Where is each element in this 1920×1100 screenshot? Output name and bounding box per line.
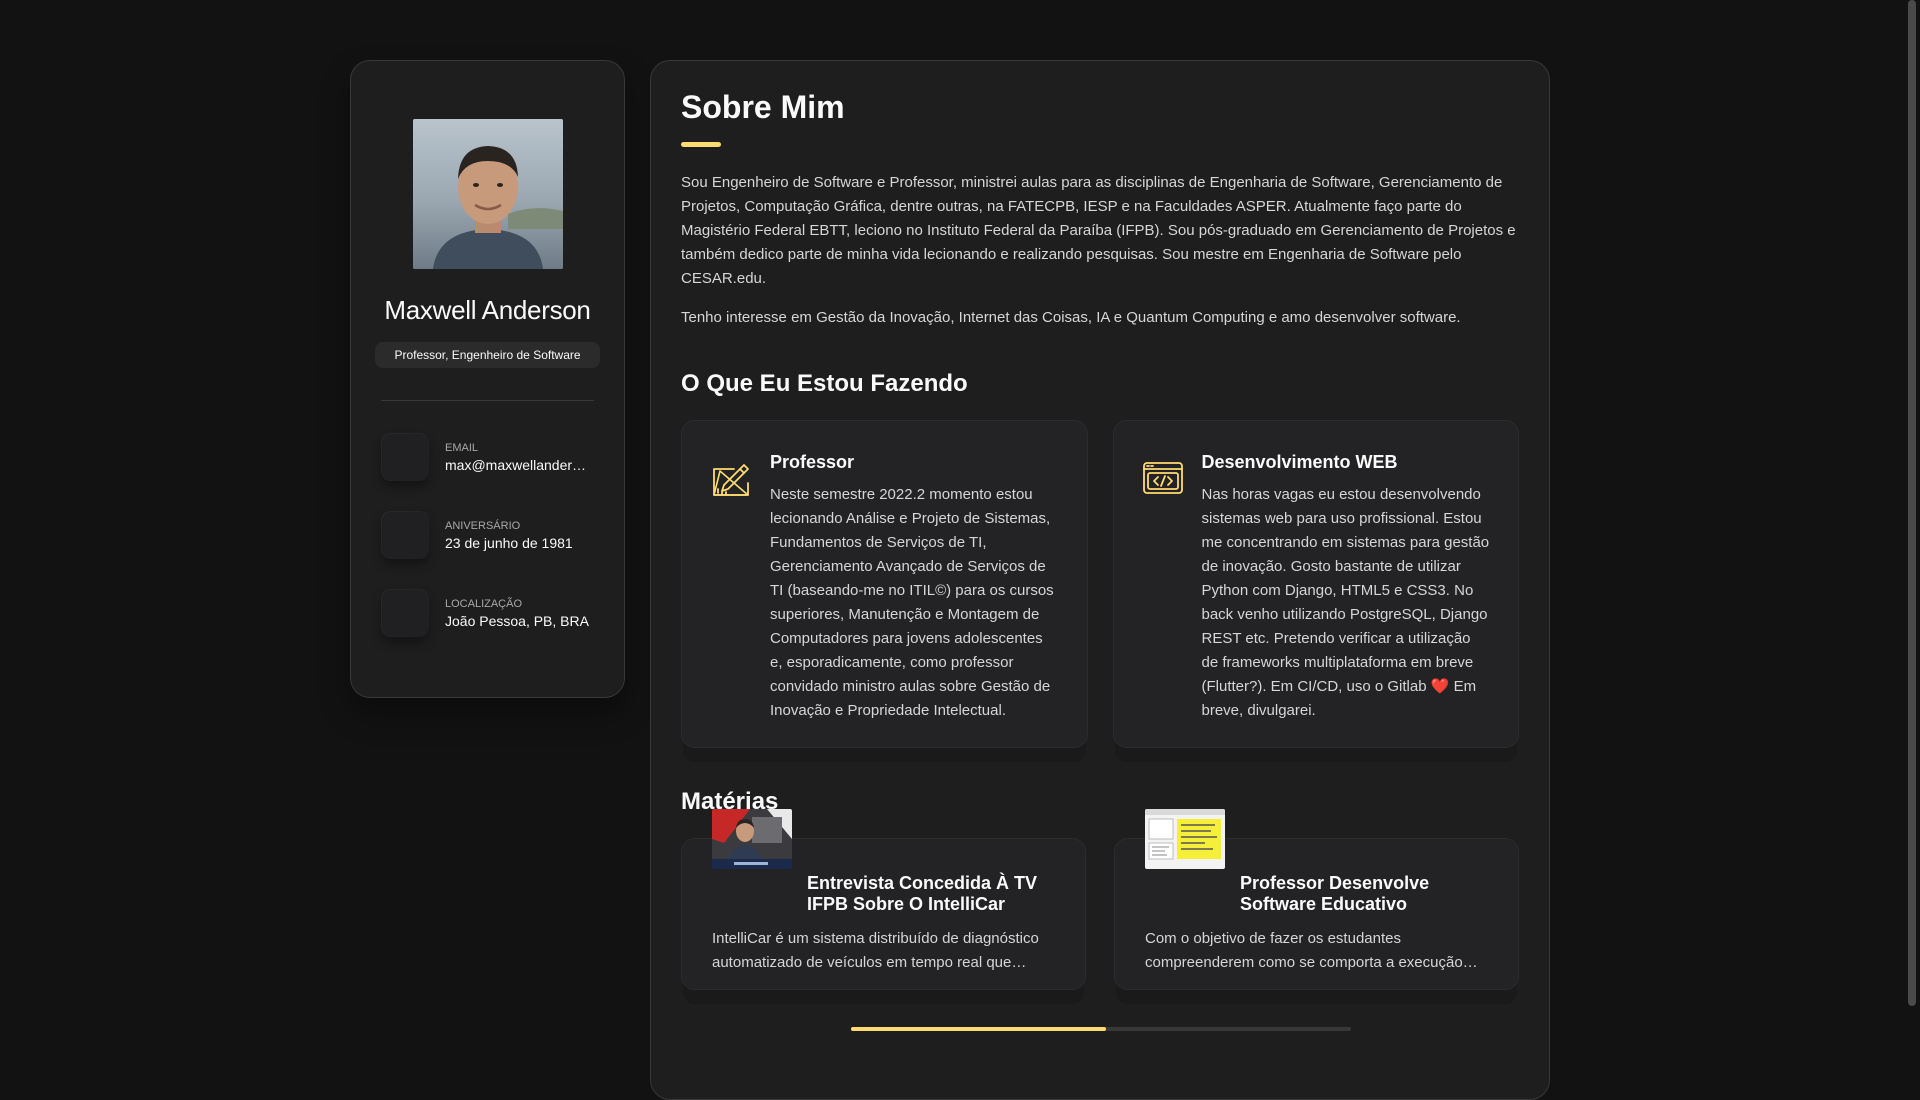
calendar-icon [381,511,429,559]
contact-email-link[interactable]: max@maxwellanderson.com.br [445,457,590,473]
service-item-professor: Professor Neste semestre 2022.2 momento … [681,420,1088,748]
location-icon [381,589,429,637]
service-text-web: Nas horas vagas eu estou desenvolvendo s… [1201,486,1490,719]
service-title-professor: Professor [770,452,855,472]
title-underline [681,142,721,147]
about-article: Sobre Mim Sou Engenheiro de Software e P… [650,60,1550,1100]
materia-title-software[interactable]: Professor Desenvolve Software Educativo [1240,873,1488,915]
sidebar-separator [381,400,594,401]
contact-location: LOCALIZAÇÃO João Pessoa, PB, BRA [381,589,594,637]
page-scrollbar-thumb[interactable] [1908,0,1916,1006]
materia-title-intellicar[interactable]: Entrevista Concedida À TV IFPB Sobre O I… [807,873,1055,915]
page-scrollbar[interactable] [1904,0,1920,1080]
contact-email: EMAIL max@maxwellanderson.com.br [381,433,594,481]
contact-birthday: ANIVERSÁRIO 23 de junho de 1981 [381,511,594,559]
interview-thumbnail[interactable] [712,809,792,869]
page-title: Sobre Mim [681,89,845,125]
contact-email-label: EMAIL [445,441,479,454]
contact-location-value: João Pessoa, PB, BRA [445,612,589,629]
about-text: Sou Engenheiro de Software e Professor, … [681,171,1519,330]
avatar [412,119,563,269]
materias-title: Matérias [681,788,779,815]
profile-title-badge: Professor, Engenheiro de Software [375,342,600,368]
materias-scroll-indicator[interactable] [851,1027,1351,1031]
materia-card-intellicar[interactable]: Entrevista Concedida À TV IFPB Sobre O I… [681,809,1086,990]
services-title: O Que Eu Estou Fazendo [681,370,968,397]
materia-text-intellicar: IntelliCar é um sistema distribuído de d… [712,930,1039,971]
profile-sidebar: Maxwell Anderson Professor, Engenheiro d… [350,60,625,698]
mail-icon [381,433,429,481]
software-thumbnail[interactable] [1145,809,1225,869]
materias-list: Entrevista Concedida À TV IFPB Sobre O I… [681,809,1519,990]
service-title-web: Desenvolvimento WEB [1201,452,1398,472]
materia-card-software[interactable]: Professor Desenvolve Software Educativo … [1114,809,1519,990]
about-paragraph-1: Sou Engenheiro de Software e Professor, … [681,174,1516,287]
service-text-professor: Neste semestre 2022.2 momento estou leci… [770,486,1054,719]
profile-name: Maxwell Anderson [384,295,591,325]
materia-text-software: Com o objetivo de fazer os estudantes co… [1145,930,1463,971]
contact-birthday-value: 23 de junho de 1981 [445,534,573,551]
code-window-icon [1142,457,1184,499]
materias-scroll-progress [851,1027,1106,1031]
services-list: Professor Neste semestre 2022.2 momento … [681,420,1519,748]
design-pencil-icon [710,457,752,499]
contact-birthday-label: ANIVERSÁRIO [445,519,521,532]
service-item-web: Desenvolvimento WEB Nas horas vagas eu e… [1112,420,1519,748]
about-paragraph-2: Tenho interesse em Gestão da Inovação, I… [681,309,1461,326]
contact-location-label: LOCALIZAÇÃO [445,597,523,610]
